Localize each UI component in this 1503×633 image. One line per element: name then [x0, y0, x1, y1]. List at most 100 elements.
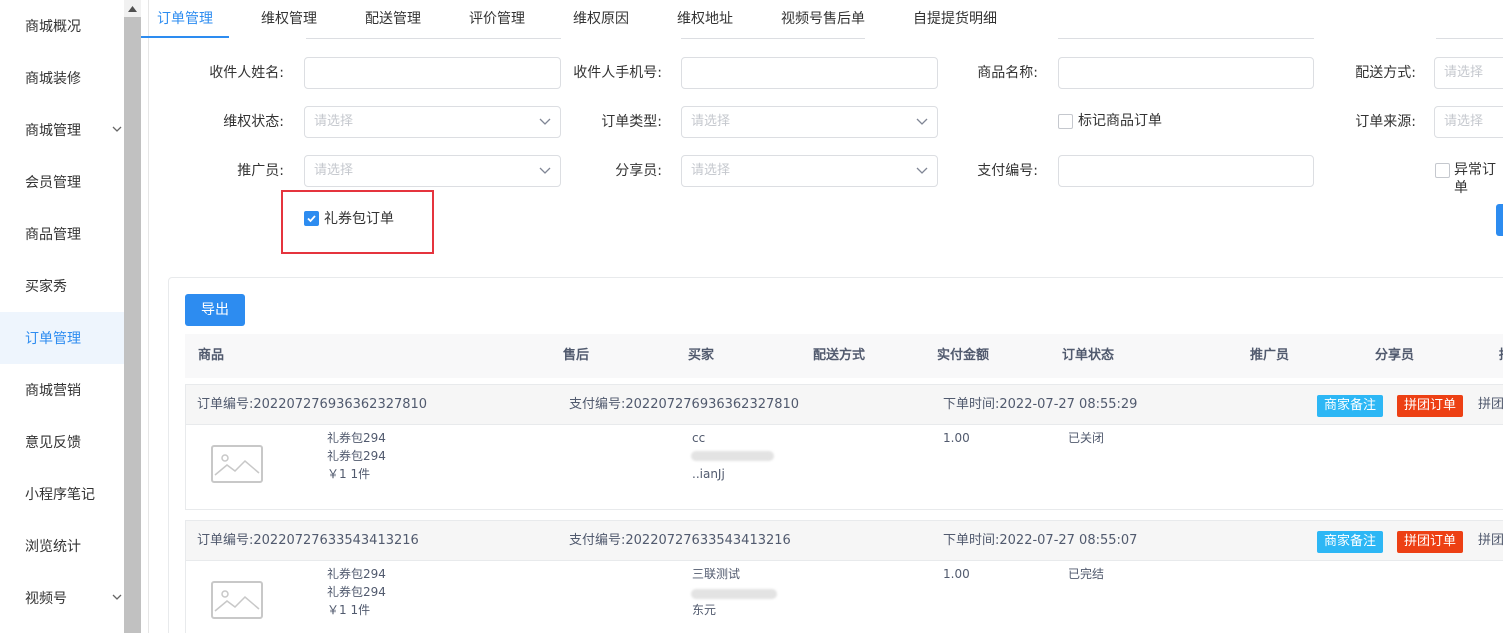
column-header-group: 拼	[1499, 334, 1503, 378]
divider	[1436, 38, 1503, 39]
rights-status-label: 维权状态:	[223, 114, 284, 130]
image-icon	[214, 590, 260, 612]
delivery-method-label: 配送方式:	[1355, 65, 1416, 81]
tab-review-management[interactable]: 评价管理	[469, 0, 525, 38]
divider	[306, 38, 561, 39]
sidebar-item-label: 买家秀	[25, 279, 67, 295]
order-source-label: 订单来源:	[1355, 114, 1416, 130]
column-header-buyer: 买家	[688, 348, 715, 363]
column-header-sharer: 分享员	[1375, 348, 1415, 363]
tab-rights-reasons[interactable]: 维权原因	[573, 0, 629, 38]
sidebar-item-stats[interactable]: 浏览统计	[0, 520, 125, 572]
tab-rights-management[interactable]: 维权管理	[261, 0, 317, 38]
tab-rights-address[interactable]: 维权地址	[677, 0, 733, 38]
delivery-method-select[interactable]: 请选择	[1434, 57, 1503, 89]
chevron-down-icon	[916, 167, 928, 174]
sidebar-item-marketing[interactable]: 商城营销	[0, 364, 125, 416]
sidebar-item-label: 小程序笔记	[25, 487, 95, 503]
sidebar-item-goods[interactable]: 商品管理	[0, 208, 125, 260]
column-header-promoter: 推广员	[1250, 348, 1290, 363]
promoter-label: 推广员:	[237, 163, 284, 179]
paid-amount: 1.00	[943, 431, 970, 445]
column-header-goods: 商品	[198, 348, 225, 363]
buyer-nickname: ..ianJj	[692, 467, 725, 481]
select-placeholder: 请选择	[314, 114, 354, 129]
sidebar-item-orders[interactable]: 订单管理	[0, 312, 125, 364]
sidebar: 商城概况 商城装修 商城管理 会员管理 商品管理 买家秀 订单管理 商城营销 意…	[0, 0, 125, 633]
tab-pickup-details[interactable]: 自提提货明细	[913, 0, 997, 38]
active-tab-indicator	[141, 36, 229, 38]
product-image-placeholder	[211, 445, 263, 483]
app-root: 商城概况 商城装修 商城管理 会员管理 商品管理 买家秀 订单管理 商城营销 意…	[0, 0, 1503, 633]
merchant-remark-button[interactable]: 商家备注	[1317, 395, 1384, 417]
group-label: 拼团	[1478, 533, 1503, 548]
goods-name-input[interactable]	[1058, 57, 1314, 89]
image-icon	[214, 454, 260, 476]
paid-amount: 1.00	[943, 567, 970, 581]
order-card: 订单编号:202207276936362327810 支付编号:20220727…	[185, 384, 1503, 510]
chevron-down-icon	[916, 118, 928, 125]
merchant-remark-button[interactable]: 商家备注	[1317, 531, 1384, 553]
receiver-phone-label: 收件人手机号:	[573, 65, 662, 81]
highlight-annotation	[281, 190, 434, 254]
buyer-phone-redacted	[691, 589, 777, 599]
sidebar-item-label: 订单管理	[25, 331, 81, 347]
buyer-name: cc	[692, 431, 706, 445]
select-placeholder: 请选择	[691, 114, 731, 129]
sidebar-item-mall-management[interactable]: 商城管理	[0, 104, 125, 156]
scroll-up-arrow-icon[interactable]	[124, 0, 141, 17]
sidebar-item-decoration[interactable]: 商城装修	[0, 52, 125, 104]
receiver-name-input[interactable]	[304, 57, 561, 89]
sidebar-item-label: 浏览统计	[25, 539, 81, 555]
order-time: 下单时间:2022-07-27 08:55:07	[943, 533, 1138, 548]
receiver-phone-input[interactable]	[681, 57, 938, 89]
abnormal-order-checkbox[interactable]	[1435, 163, 1450, 178]
goods-name: 礼券包294	[327, 567, 386, 581]
sidebar-item-buyer-show[interactable]: 买家秀	[0, 260, 125, 312]
table-header: 商品 售后 买家 配送方式 实付金额 订单状态 推广员 分享员 拼	[185, 334, 1503, 378]
sidebar-item-channels[interactable]: 视频号	[0, 572, 125, 624]
buyer-nickname: 东元	[692, 603, 717, 617]
sidebar-item-overview[interactable]: 商城概况	[0, 0, 125, 52]
group-label: 拼团	[1478, 397, 1503, 412]
sidebar-item-feedback[interactable]: 意见反馈	[0, 416, 125, 468]
order-source-select[interactable]: 请选择	[1434, 106, 1503, 138]
sharer-label: 分享员:	[615, 163, 662, 179]
order-number: 订单编号:202207276936362327810	[197, 397, 428, 412]
sidebar-scrollbar[interactable]	[124, 0, 141, 633]
group-order-tag[interactable]: 拼团订单	[1397, 531, 1464, 553]
select-placeholder: 请选择	[691, 163, 731, 178]
order-card-header: 订单编号:202207276936362327810 支付编号:20220727…	[186, 385, 1503, 425]
sharer-select[interactable]: 请选择	[681, 155, 938, 187]
tab-order-management[interactable]: 订单管理	[157, 0, 213, 38]
sidebar-item-label: 视频号	[25, 591, 67, 607]
mark-goods-order-label: 标记商品订单	[1078, 113, 1162, 129]
divider	[681, 38, 865, 39]
goods-name-label: 商品名称:	[977, 65, 1038, 81]
mark-goods-order-checkbox[interactable]	[1058, 114, 1073, 129]
promoter-select[interactable]: 请选择	[304, 155, 561, 187]
chevron-down-icon	[112, 126, 122, 132]
chevron-down-icon	[112, 594, 122, 600]
goods-spec: 礼券包294	[327, 585, 386, 599]
order-status: 已关闭	[1068, 431, 1105, 445]
sidebar-item-label: 商城概况	[25, 19, 81, 35]
sidebar-item-label: 会员管理	[25, 175, 81, 191]
product-image-placeholder	[211, 581, 263, 619]
tab-delivery-management[interactable]: 配送管理	[365, 0, 421, 38]
sidebar-item-mini-notes[interactable]: 小程序笔记	[0, 468, 125, 520]
select-placeholder: 请选择	[314, 163, 354, 178]
abnormal-order-label: 异常订单	[1454, 162, 1496, 196]
column-header-amount: 实付金额	[937, 348, 990, 363]
rights-status-select[interactable]: 请选择	[304, 106, 561, 138]
search-button[interactable]	[1496, 204, 1503, 236]
tab-channel-after-sales[interactable]: 视频号售后单	[781, 0, 865, 38]
goods-price-qty: ￥1 1件	[327, 603, 371, 617]
group-order-tag[interactable]: 拼团订单	[1397, 395, 1464, 417]
pay-no-input[interactable]	[1058, 155, 1314, 187]
order-type-select[interactable]: 请选择	[681, 106, 938, 138]
buyer-phone-redacted	[691, 451, 774, 461]
export-button[interactable]: 导出	[185, 294, 245, 326]
sidebar-item-members[interactable]: 会员管理	[0, 156, 125, 208]
sidebar-item-label: 商品管理	[25, 227, 81, 243]
